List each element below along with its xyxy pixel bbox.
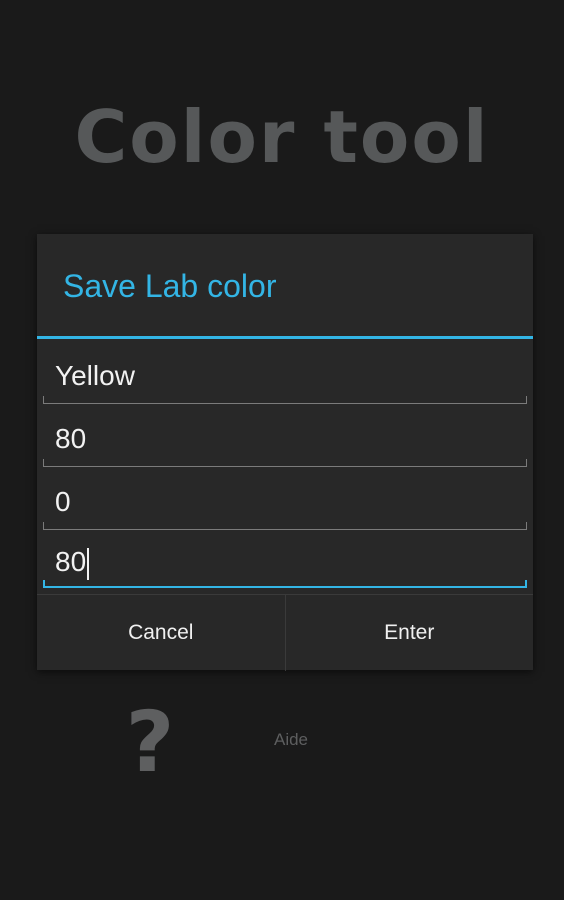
dialog-button-bar: Cancel Enter (37, 594, 533, 671)
app-title: Color tool (74, 95, 490, 179)
b-value-field[interactable]: 80 (43, 532, 527, 588)
enter-button[interactable]: Enter (286, 595, 534, 671)
cancel-button[interactable]: Cancel (37, 595, 285, 671)
save-color-dialog: Save Lab color Yellow 80 0 80 Cancel Ent… (37, 234, 533, 671)
a-value-field-underline (43, 522, 527, 530)
name-field-underline (43, 396, 527, 404)
a-value-field[interactable]: 0 (43, 474, 527, 530)
l-value-field[interactable]: 80 (43, 411, 527, 467)
b-value-field-text: 80 (55, 542, 90, 582)
name-field[interactable]: Yellow (43, 348, 527, 404)
dialog-title-divider (37, 336, 533, 339)
l-value-field-value: 80 (55, 423, 87, 454)
a-value-field-value: 0 (55, 486, 71, 517)
screen: Color tool ? Aide Save Lab color Yellow … (0, 0, 564, 900)
b-value-field-underline (43, 580, 527, 588)
name-field-value: Yellow (55, 360, 135, 391)
text-cursor (87, 547, 90, 580)
question-mark-icon[interactable]: ? (120, 700, 180, 784)
dialog-title: Save Lab color (63, 268, 277, 304)
l-value-field-underline (43, 459, 527, 467)
b-value-field-value: 80 (55, 546, 87, 577)
help-label[interactable]: Aide (260, 730, 322, 750)
